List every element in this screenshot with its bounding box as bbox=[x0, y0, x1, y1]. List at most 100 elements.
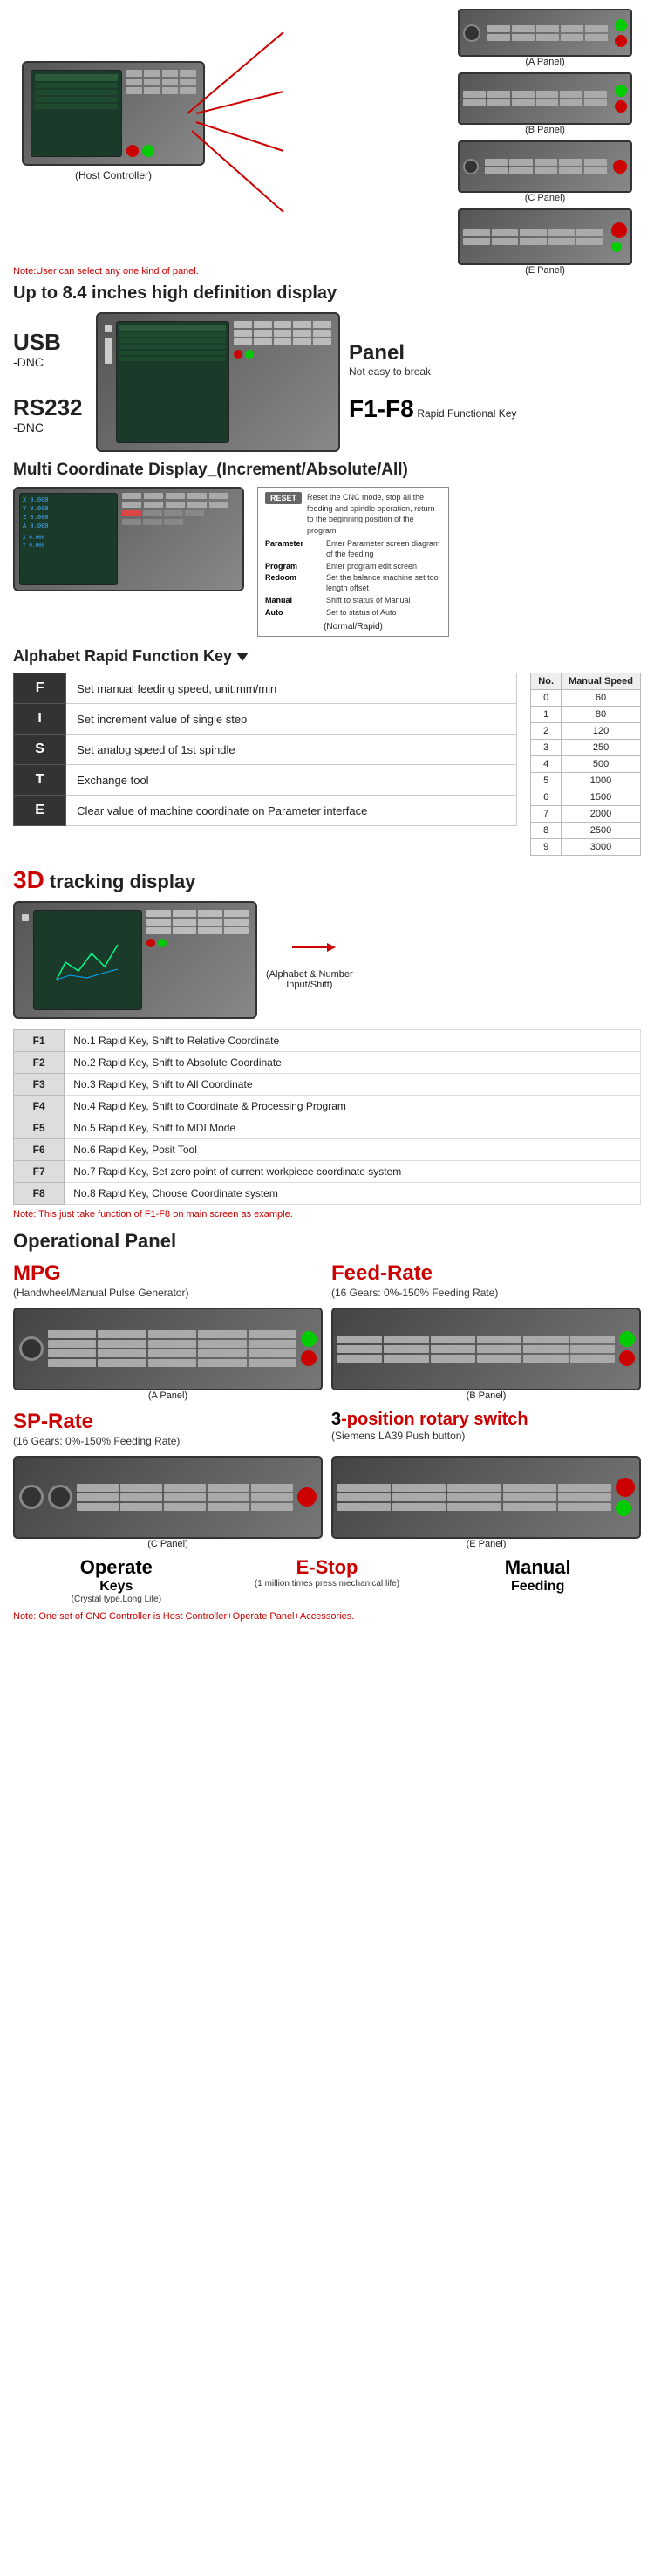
mpg-title: MPG bbox=[13, 1261, 323, 1287]
speed-val: 1500 bbox=[562, 789, 641, 806]
speed-no: 2 bbox=[531, 723, 562, 740]
feed-rate-sub: (16 Gears: 0%-150% Feeding Rate) bbox=[331, 1287, 641, 1299]
op-b-panel-image bbox=[331, 1308, 641, 1390]
e-panel-label: (E Panel) bbox=[525, 265, 565, 276]
3pos-col: 3-position rotary switch (Siemens LA39 P… bbox=[331, 1410, 641, 1447]
f1f8-functions-table: F1 No.1 Rapid Key, Shift to Relative Coo… bbox=[13, 1029, 641, 1205]
usb-sub: -DNC bbox=[13, 355, 87, 369]
mpg-knob bbox=[19, 1336, 44, 1361]
operational-heading: Operational Panel bbox=[13, 1230, 641, 1253]
op-a-panel-label: (A Panel) bbox=[148, 1390, 187, 1401]
alpha-number-label-group: (Alphabet & NumberInput/Shift) bbox=[266, 930, 353, 990]
3-digit: 3 bbox=[331, 1410, 341, 1429]
alphabet-number-label: (Alphabet & NumberInput/Shift) bbox=[266, 969, 353, 990]
alpha-key-cell: I bbox=[14, 704, 66, 735]
tracking-suffix: tracking display bbox=[44, 871, 196, 892]
red-button bbox=[301, 1350, 317, 1366]
info-row-program: Program Enter program edit screen bbox=[265, 562, 441, 572]
f1f8-desc-cell: No.6 Rapid Key, Posit Tool bbox=[65, 1139, 641, 1161]
op-e-panel-image bbox=[331, 1456, 641, 1539]
f1f8-row: F8 No.8 Rapid Key, Choose Coordinate sys… bbox=[14, 1183, 641, 1205]
bottom-features-row: Operate Keys (Crystal type,Long Life) E-… bbox=[13, 1556, 641, 1604]
info-row-redoom: Redoom Set the balance machine set tool … bbox=[265, 573, 441, 593]
reset-info-box: RESET Reset the CNC mode, stop all the f… bbox=[257, 487, 449, 637]
estop-title: E-Stop bbox=[224, 1556, 431, 1579]
host-controller-container: (Host Controller) bbox=[22, 61, 205, 181]
reset-button-label: RESET bbox=[265, 492, 302, 504]
a-panel-container: (A Panel) bbox=[458, 9, 632, 67]
estop-sub: (1 million times press mechanical life) bbox=[224, 1579, 431, 1589]
speed-val: 1000 bbox=[562, 773, 641, 789]
op-c-panel-image bbox=[13, 1456, 323, 1539]
speed-no: 0 bbox=[531, 690, 562, 707]
host-controller-image bbox=[22, 61, 205, 166]
normal-rapid-label: (Normal/Rapid) bbox=[265, 622, 441, 632]
f1f8-table-section: F1 No.1 Rapid Key, Shift to Relative Coo… bbox=[13, 1029, 641, 1220]
3d-graph bbox=[52, 936, 122, 984]
alpha-key-cell: F bbox=[14, 673, 66, 704]
reset-description: Reset the CNC mode, stop all the feeding… bbox=[307, 492, 441, 536]
left-labels: USB -DNC RS232 -DNC bbox=[13, 330, 87, 434]
f1f8-desc-cell: No.2 Rapid Key, Shift to Absolute Coordi… bbox=[65, 1052, 641, 1074]
green-button bbox=[301, 1331, 317, 1347]
3pos-sub: (Siemens LA39 Push button) bbox=[331, 1430, 641, 1442]
speed-no: 7 bbox=[531, 806, 562, 823]
multi-coord-display-row: X 0.000 Y 0.000 Z 0.000 A 0.000 X 0.000 … bbox=[13, 487, 641, 637]
alpha-desc-cell: Clear value of machine coordinate on Par… bbox=[66, 796, 517, 826]
op-a-panel-image bbox=[13, 1308, 323, 1390]
alpha-key-cell: T bbox=[14, 765, 66, 796]
speed-row: 4 500 bbox=[531, 756, 641, 773]
info-row-parameter: Parameter Enter Parameter screen diagram… bbox=[265, 539, 441, 559]
f1f8-key-cell: F2 bbox=[14, 1052, 65, 1074]
e-estop-button bbox=[616, 1478, 635, 1497]
c-knob1 bbox=[19, 1485, 44, 1509]
speed-row: 5 1000 bbox=[531, 773, 641, 789]
op-c-right-buttons bbox=[297, 1487, 317, 1507]
f1f8-key-cell: F4 bbox=[14, 1096, 65, 1117]
f1f8-row: F2 No.2 Rapid Key, Shift to Absolute Coo… bbox=[14, 1052, 641, 1074]
rs232-sub: -DNC bbox=[13, 420, 87, 434]
speed-row: 2 120 bbox=[531, 723, 641, 740]
c-estop-button bbox=[297, 1487, 317, 1507]
speed-val: 80 bbox=[562, 707, 641, 723]
speed-row: 3 250 bbox=[531, 740, 641, 756]
c-panel-container: (C Panel) bbox=[458, 140, 632, 203]
sp-rate-col: SP-Rate (16 Gears: 0%-150% Feeding Rate) bbox=[13, 1410, 323, 1447]
f1f8-desc-cell: No.4 Rapid Key, Shift to Coordinate & Pr… bbox=[65, 1096, 641, 1117]
tracking-heading: 3D tracking display bbox=[13, 866, 641, 894]
estop-feat: E-Stop (1 million times press mechanical… bbox=[224, 1556, 431, 1589]
f1f8-row: F6 No.6 Rapid Key, Posit Tool bbox=[14, 1139, 641, 1161]
f1f8-key-cell: F1 bbox=[14, 1030, 65, 1052]
f1f8-row: F7 No.7 Rapid Key, Set zero point of cur… bbox=[14, 1161, 641, 1183]
mpg-col: MPG (Handwheel/Manual Pulse Generator) bbox=[13, 1261, 323, 1299]
alphabet-key-row: E Clear value of machine coordinate on P… bbox=[14, 796, 517, 826]
f1f8-desc-cell: No.8 Rapid Key, Choose Coordinate system bbox=[65, 1183, 641, 1205]
speed-val: 3000 bbox=[562, 839, 641, 856]
speed-col-speed: Manual Speed bbox=[562, 673, 641, 690]
arrow-right-icon bbox=[283, 930, 336, 965]
right-labels: Panel Not easy to break F1-F8 Rapid Func… bbox=[349, 341, 516, 423]
speed-row: 9 3000 bbox=[531, 839, 641, 856]
f1f8-row: F4 No.4 Rapid Key, Shift to Coordinate &… bbox=[14, 1096, 641, 1117]
tracking-device-box: (Alphabet & NumberInput/Shift) bbox=[13, 901, 641, 1019]
speed-val: 60 bbox=[562, 690, 641, 707]
multi-coord-section: Multi Coordinate Display_(Increment/Abso… bbox=[13, 461, 641, 637]
speed-val: 2000 bbox=[562, 806, 641, 823]
op-a-right-buttons bbox=[301, 1331, 317, 1366]
panel-label-group: Panel Not easy to break bbox=[349, 341, 516, 378]
center-cnc-device bbox=[96, 312, 340, 452]
f1f8-key-cell: F3 bbox=[14, 1074, 65, 1096]
speed-no: 6 bbox=[531, 789, 562, 806]
c-knob2 bbox=[48, 1485, 72, 1509]
panels-right-column: (A Panel) bbox=[458, 9, 632, 276]
f1f8-row: F1 No.1 Rapid Key, Shift to Relative Coo… bbox=[14, 1030, 641, 1052]
op-e-panel-box: (E Panel) bbox=[331, 1456, 641, 1549]
op-e-panel-label: (E Panel) bbox=[467, 1539, 507, 1549]
speed-row: 8 2500 bbox=[531, 823, 641, 839]
alphabet-table-container: F Set manual feeding speed, unit:mm/min … bbox=[13, 673, 641, 856]
panel-label: Panel bbox=[349, 341, 516, 366]
f1f8-desc-cell: No.7 Rapid Key, Set zero point of curren… bbox=[65, 1161, 641, 1183]
speed-val: 500 bbox=[562, 756, 641, 773]
multi-coord-device: X 0.000 Y 0.000 Z 0.000 A 0.000 X 0.000 … bbox=[13, 487, 244, 591]
speed-no: 8 bbox=[531, 823, 562, 839]
